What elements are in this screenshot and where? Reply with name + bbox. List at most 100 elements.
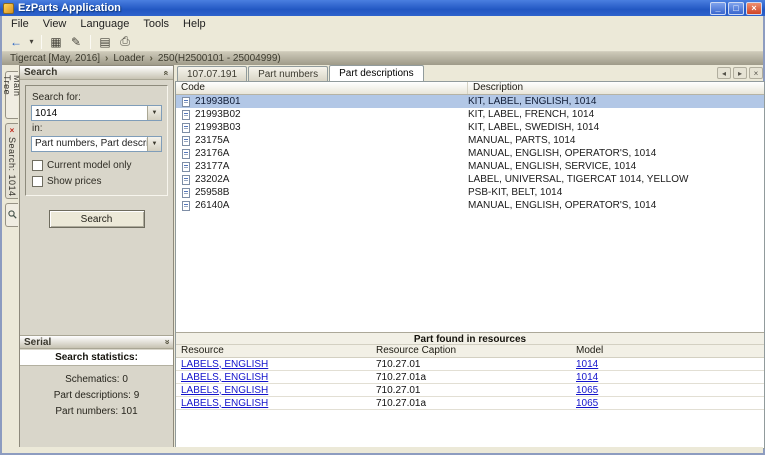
sidebar-tab-search[interactable]: × Search: 1014 (5, 123, 18, 199)
column-header-description[interactable]: Description (468, 82, 764, 94)
breadcrumb-item[interactable]: 250(H2500101 - 25004999) (158, 53, 281, 64)
part-icon (182, 149, 190, 159)
dock-tab-strip: Main Tree × Search: 1014 (4, 65, 19, 449)
part-row[interactable]: 23176A MANUAL, ENGLISH, OPERATOR'S, 1014 (176, 147, 764, 160)
checkbox-option[interactable]: Show prices (32, 176, 162, 187)
model-link[interactable]: 1065 (576, 398, 598, 409)
column-header-resource[interactable]: Resource (176, 345, 373, 357)
expand-panel-icon[interactable]: « (161, 339, 171, 344)
resource-link[interactable]: LABELS, ENGLISH (181, 372, 268, 383)
part-icon (182, 201, 190, 211)
column-header-code[interactable]: Code (176, 82, 468, 94)
part-row[interactable]: 23175A MANUAL, PARTS, 1014 (176, 134, 764, 147)
maximize-button[interactable]: □ (728, 2, 744, 15)
print-icon[interactable]: ⎙ (115, 33, 135, 50)
search-form: Search for: ▼ in: Part numbers, Part des… (20, 80, 173, 233)
part-row[interactable]: 26140A MANUAL, ENGLISH, OPERATOR'S, 1014 (176, 199, 764, 212)
sidebar-tab-main-tree[interactable]: Main Tree (5, 71, 18, 119)
scroll-tabs-left-icon[interactable]: ◂ (717, 67, 731, 79)
document-tab[interactable]: Part descriptions (329, 65, 423, 81)
checkbox[interactable] (32, 160, 43, 171)
resource-link[interactable]: LABELS, ENGLISH (181, 398, 268, 409)
search-button[interactable]: Search (49, 210, 145, 228)
search-panel-header[interactable]: Search « (20, 66, 173, 80)
resource-caption: 710.27.01a (373, 398, 573, 409)
menu-item[interactable]: Language (73, 16, 136, 32)
part-code: 23177A (195, 161, 468, 172)
search-scope-combo[interactable]: Part numbers, Part descriptio... ▼ (31, 136, 162, 152)
part-description: LABEL, UNIVERSAL, TIGERCAT 1014, YELLOW (468, 174, 764, 185)
part-description: MANUAL, ENGLISH, SERVICE, 1014 (468, 161, 764, 172)
toolbar-separator (41, 35, 42, 49)
resource-row: LABELS, ENGLISH 710.27.01 1065 (176, 384, 764, 397)
search-scope-value: Part numbers, Part descriptio... (32, 137, 147, 151)
report-icon[interactable]: ▦ (46, 33, 66, 50)
column-header-resource-caption[interactable]: Resource Caption (373, 345, 573, 357)
parts-table-header: Code Description (176, 82, 764, 95)
resource-link[interactable]: LABELS, ENGLISH (181, 385, 268, 396)
edit-icon[interactable]: ✎ (66, 33, 86, 50)
menu-item[interactable]: Help (176, 16, 213, 32)
column-header-model[interactable]: Model (573, 345, 764, 357)
part-code: 21993B02 (195, 109, 468, 120)
tab-tools: ◂ ▸ × (717, 67, 763, 79)
window-title: EzParts Application (18, 2, 710, 14)
close-tab-icon[interactable]: × (749, 67, 763, 79)
menu-item[interactable]: Tools (136, 16, 176, 32)
resources-title: Part found in resources (176, 332, 764, 345)
part-description: KIT, LABEL, ENGLISH, 1014 (468, 96, 764, 107)
dropdown-icon[interactable]: ▼ (147, 137, 161, 151)
part-icon (182, 162, 190, 172)
part-description: MANUAL, ENGLISH, OPERATOR'S, 1014 (468, 200, 764, 211)
menu-item[interactable]: File (4, 16, 36, 32)
part-row[interactable]: 25958B PSB-KIT, BELT, 1014 (176, 186, 764, 199)
part-row[interactable]: 21993B01 KIT, LABEL, ENGLISH, 1014 (176, 95, 764, 108)
dropdown-icon[interactable]: ▼ (147, 106, 161, 120)
close-search-tab-icon[interactable]: × (10, 127, 15, 135)
part-row[interactable]: 23177A MANUAL, ENGLISH, SERVICE, 1014 (176, 160, 764, 173)
breadcrumb: › Tigercat [May, 2016] › Loader › 250(H2… (2, 52, 763, 65)
serial-panel-header[interactable]: Serial « (20, 335, 173, 349)
window-frame-bottom (2, 447, 763, 453)
part-code: 23176A (195, 148, 468, 159)
part-row[interactable]: 21993B03 KIT, LABEL, SWEDISH, 1014 (176, 121, 764, 134)
part-description: PSB-KIT, BELT, 1014 (468, 187, 764, 198)
toolbar: ← ▾ ▦ ✎ ▤ ⎙ (2, 32, 763, 52)
part-row[interactable]: 23202A LABEL, UNIVERSAL, TIGERCAT 1014, … (176, 173, 764, 186)
sidebar-tab-quick-search[interactable] (5, 203, 18, 227)
search-in-label: in: (32, 123, 162, 134)
breadcrumb-item[interactable]: Tigercat [May, 2016] (10, 53, 100, 64)
resource-link[interactable]: LABELS, ENGLISH (181, 359, 268, 370)
menu-item[interactable]: View (36, 16, 74, 32)
back-dropdown-icon[interactable]: ▾ (26, 33, 37, 50)
search-input[interactable] (32, 106, 147, 120)
search-panel-title: Search (24, 67, 164, 78)
part-description: KIT, LABEL, SWEDISH, 1014 (468, 122, 764, 133)
scroll-tabs-right-icon[interactable]: ▸ (733, 67, 747, 79)
model-link[interactable]: 1014 (576, 359, 598, 370)
part-description: MANUAL, PARTS, 1014 (468, 135, 764, 146)
statistic-item: Part numbers: 101 (20, 404, 173, 420)
breadcrumb-separator: › (150, 53, 153, 64)
close-button[interactable]: × (746, 2, 762, 15)
resource-caption: 710.27.01 (373, 359, 573, 370)
document-tab[interactable]: Part numbers (248, 66, 328, 81)
search-statistics-title: Search statistics: (20, 350, 173, 366)
part-row[interactable]: 21993B02 KIT, LABEL, FRENCH, 1014 (176, 108, 764, 121)
minimize-button[interactable]: _ (710, 2, 726, 15)
model-link[interactable]: 1014 (576, 372, 598, 383)
part-code: 23202A (195, 174, 468, 185)
document-tab[interactable]: 107.07.191 (177, 66, 247, 81)
model-link[interactable]: 1065 (576, 385, 598, 396)
checkbox[interactable] (32, 176, 43, 187)
page-setup-icon[interactable]: ▤ (95, 33, 115, 50)
menu-bar: FileViewLanguageToolsHelp (2, 16, 763, 32)
checkbox-option[interactable]: Current model only (32, 160, 162, 171)
back-icon[interactable]: ← (6, 33, 26, 50)
breadcrumb-item[interactable]: Loader (113, 53, 144, 64)
resource-caption: 710.27.01 (373, 385, 573, 396)
part-description: MANUAL, ENGLISH, OPERATOR'S, 1014 (468, 148, 764, 159)
search-panel: Search « Search for: ▼ in: Part numbers,… (19, 65, 174, 449)
collapse-panel-icon[interactable]: « (161, 70, 171, 75)
part-icon (182, 188, 190, 198)
